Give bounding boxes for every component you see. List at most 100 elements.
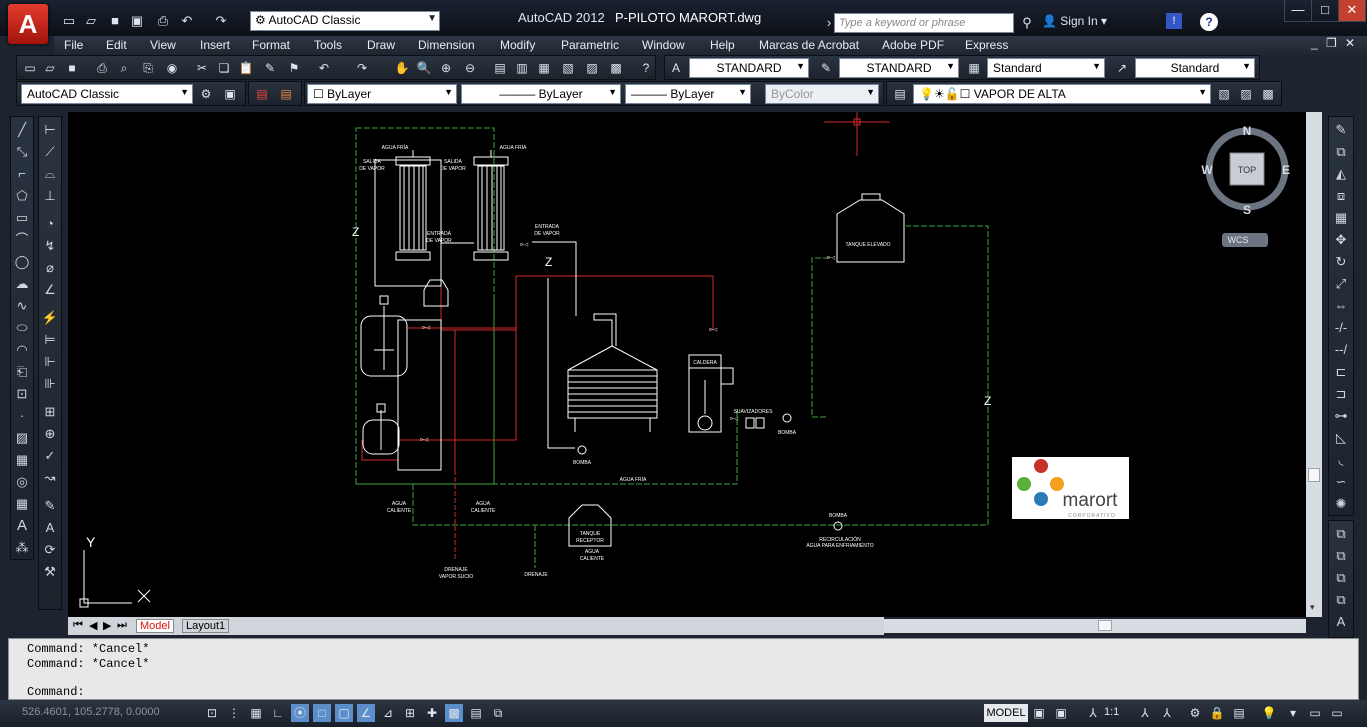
- move-icon[interactable]: ✥: [1331, 230, 1351, 250]
- explode-icon[interactable]: ✺: [1331, 494, 1351, 514]
- break-icon[interactable]: ⊐: [1331, 384, 1351, 404]
- dim-edit-icon[interactable]: ✎: [40, 496, 60, 516]
- plot-icon[interactable]: ⎙: [93, 59, 111, 77]
- circle-icon[interactable]: ◯: [12, 252, 32, 272]
- pdf-settings-icon[interactable]: ▤: [277, 85, 295, 103]
- ellipse-arc-icon[interactable]: ◠: [12, 340, 32, 360]
- object-snap-tracking-icon[interactable]: ∠: [357, 704, 375, 722]
- object-snap-icon[interactable]: □: [313, 704, 331, 722]
- polygon-icon[interactable]: ⬠: [12, 186, 32, 206]
- undo-icon[interactable]: ↶: [315, 59, 333, 77]
- quick-view-drawings-icon[interactable]: ▣: [1052, 704, 1070, 722]
- block-editor-icon[interactable]: ⚑: [285, 59, 303, 77]
- menu-adobe-pdf[interactable]: Adobe PDF: [882, 38, 944, 52]
- new-file-icon[interactable]: ▭: [60, 12, 78, 30]
- insert-block-icon[interactable]: ⎗: [12, 362, 32, 382]
- scroll-down-arrow[interactable]: ▾: [1310, 602, 1315, 613]
- minimize-button[interactable]: —: [1284, 0, 1312, 22]
- drawing-area[interactable]: ⊳◁ ⊳◁ ⊳◁ ⊳◁ ⊳◁ ⊳◁ AGUA FRÍA AGUA FRÍA SALID…: [68, 112, 1306, 617]
- scale-icon[interactable]: ⤢: [1331, 274, 1351, 294]
- copy-object-icon[interactable]: ⧉: [1331, 142, 1351, 162]
- lineweight-dropdown[interactable]: ——— ByLayer ▼: [625, 84, 751, 104]
- workspace-settings-icon[interactable]: ⚙: [197, 85, 215, 103]
- publish-icon[interactable]: ⎘: [139, 59, 157, 77]
- bring-to-front-icon[interactable]: ⧉: [1331, 524, 1351, 544]
- viewcube[interactable]: TOP N S E W WCS: [1201, 124, 1290, 247]
- aligned-dim-icon[interactable]: ⟋: [40, 142, 60, 162]
- dim-space-icon[interactable]: ⊪: [40, 374, 60, 394]
- horizontal-scroll-thumb[interactable]: [1098, 620, 1112, 631]
- text-to-front-icon[interactable]: A: [1331, 612, 1351, 632]
- selection-cycling-icon[interactable]: ⧉: [489, 704, 507, 722]
- polyline-icon[interactable]: ⌐: [12, 164, 32, 184]
- annotation-scale[interactable]: 1:1: [1104, 706, 1119, 718]
- open-file-icon[interactable]: ▱: [82, 12, 100, 30]
- linear-dim-icon[interactable]: ⊢: [40, 120, 60, 140]
- cut-icon[interactable]: ✂: [193, 59, 211, 77]
- viewcube-top[interactable]: TOP: [1238, 165, 1256, 175]
- table-style-icon[interactable]: ▦: [965, 59, 983, 77]
- workspace-dropdown-2[interactable]: AutoCAD Classic ▼: [21, 84, 193, 104]
- snap-mode-icon[interactable]: ⋮: [225, 704, 243, 722]
- color-dropdown[interactable]: ☐ ByLayer ▼: [307, 84, 457, 104]
- gradient-icon[interactable]: ▦: [12, 450, 32, 470]
- trim-icon[interactable]: -/-: [1331, 318, 1351, 338]
- doc-restore-button[interactable]: ❐: [1326, 36, 1337, 50]
- horizontal-scrollbar[interactable]: [884, 619, 1306, 633]
- coordinates-readout[interactable]: 526.4601, 105.2778, 0.0000: [22, 706, 160, 718]
- vertical-scrollbar[interactable]: ▾: [1306, 112, 1322, 617]
- clean-screen-icon[interactable]: ▣: [221, 85, 239, 103]
- exchange-icon[interactable]: !: [1166, 13, 1182, 29]
- menu-express[interactable]: Express: [965, 38, 1008, 52]
- match-properties-icon[interactable]: ✎: [261, 59, 279, 77]
- jogged-icon[interactable]: ↯: [40, 236, 60, 256]
- clean-screen-status-icon-2[interactable]: ▭: [1328, 704, 1346, 722]
- menu-help[interactable]: Help: [710, 38, 735, 52]
- menu-file[interactable]: File: [64, 38, 83, 52]
- continue-icon[interactable]: ⊩: [40, 352, 60, 372]
- text-style-icon[interactable]: A: [667, 59, 685, 77]
- revcloud-icon[interactable]: ☁: [12, 274, 32, 294]
- tolerance-icon[interactable]: ⊞: [40, 402, 60, 422]
- viewcube-n[interactable]: N: [1243, 124, 1252, 138]
- pdf-icon[interactable]: ▤: [253, 85, 271, 103]
- sign-in-button[interactable]: 👤 Sign In ▾: [1042, 14, 1107, 28]
- help-icon[interactable]: ?: [637, 59, 655, 77]
- baseline-icon[interactable]: ⊨: [40, 330, 60, 350]
- viewcube-w[interactable]: W: [1201, 163, 1213, 177]
- copy-icon[interactable]: ❏: [215, 59, 233, 77]
- status-menu-icon[interactable]: ▾: [1284, 704, 1302, 722]
- mleader-style-dropdown[interactable]: Standard ▼: [1135, 58, 1255, 78]
- help-icon[interactable]: ?: [1200, 13, 1218, 31]
- mirror-icon[interactable]: ◭: [1331, 164, 1351, 184]
- plot-preview-icon[interactable]: ⌕: [115, 59, 133, 77]
- menu-modify[interactable]: Modify: [500, 38, 535, 52]
- plotstyle-dropdown[interactable]: ByColor ▼: [765, 84, 879, 104]
- menu-dimension[interactable]: Dimension: [418, 38, 475, 52]
- polar-tracking-icon[interactable]: ⦿: [291, 704, 309, 722]
- quick-properties-icon[interactable]: ▤: [467, 704, 485, 722]
- angular-icon[interactable]: ∠: [40, 280, 60, 300]
- mleader-style-icon[interactable]: ↗: [1113, 59, 1131, 77]
- doc-minimize-button[interactable]: _: [1311, 36, 1318, 50]
- quickcalc-icon[interactable]: ▩: [607, 59, 625, 77]
- tab-prev-icon[interactable]: ◀: [86, 619, 100, 632]
- diameter-icon[interactable]: ⌀: [40, 258, 60, 278]
- tab-last-icon[interactable]: ⏭: [114, 619, 130, 632]
- workspace-switching-icon[interactable]: ⚙: [1186, 704, 1204, 722]
- application-menu-button[interactable]: A: [8, 4, 48, 44]
- inspect-icon[interactable]: ✓: [40, 446, 60, 466]
- annotation-visibility-icon[interactable]: ⅄: [1136, 704, 1154, 722]
- construction-line-icon[interactable]: ⤡: [12, 142, 32, 162]
- lock-icon[interactable]: 🔒: [1208, 704, 1226, 722]
- break-at-point-icon[interactable]: ⊏: [1331, 362, 1351, 382]
- text-style-dropdown[interactable]: STANDARD ▼: [689, 58, 809, 78]
- viewcube-wcs[interactable]: WCS: [1228, 235, 1249, 245]
- dynamic-input-icon[interactable]: ⊞: [401, 704, 419, 722]
- join-icon[interactable]: ⊶: [1331, 406, 1351, 426]
- pan-icon[interactable]: ✋: [393, 59, 411, 77]
- dim-style-icon[interactable]: ✎: [817, 59, 835, 77]
- tool-palettes-icon[interactable]: ▦: [535, 59, 553, 77]
- model-space-toggle[interactable]: MODEL: [984, 704, 1028, 722]
- quick-dim-icon[interactable]: ⚡: [40, 308, 60, 328]
